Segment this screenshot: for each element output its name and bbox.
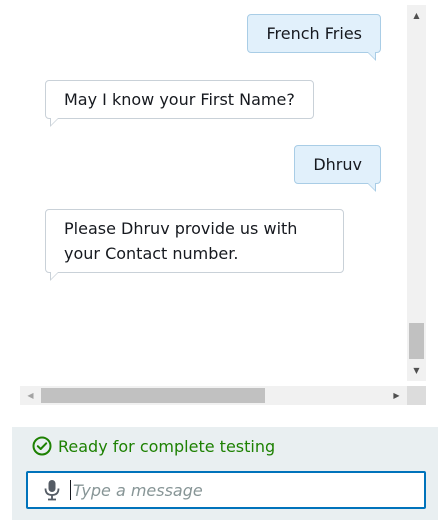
text-caret	[70, 480, 71, 500]
scroll-down-arrow-icon[interactable]: ▼	[407, 362, 426, 379]
status-text: Ready for complete testing	[58, 436, 276, 456]
status-indicator: Ready for complete testing	[32, 434, 275, 458]
vertical-scroll-thumb[interactable]	[409, 323, 424, 359]
vertical-scrollbar[interactable]: ▲ ▼	[407, 5, 426, 381]
scrollbar-corner	[407, 386, 426, 405]
bot-message: May I know your First Name?	[45, 80, 314, 127]
chat-test-window: French Fries May I know your First Name?…	[0, 0, 441, 522]
scroll-up-arrow-icon[interactable]: ▲	[407, 7, 426, 24]
bot-message: Please Dhruv provide us with your Contac…	[45, 209, 344, 281]
horizontal-scroll-thumb[interactable]	[41, 388, 265, 403]
chat-conversation[interactable]: French Fries May I know your First Name?…	[20, 5, 407, 381]
check-circle-icon	[32, 436, 52, 456]
message-input-container[interactable]	[26, 471, 426, 509]
message-input[interactable]	[73, 475, 424, 505]
microphone-icon[interactable]	[42, 479, 62, 501]
chat-footer: Ready for complete testing	[12, 427, 438, 520]
scroll-right-arrow-icon[interactable]: ▶	[388, 386, 405, 405]
scroll-left-arrow-icon[interactable]: ◀	[22, 386, 39, 405]
user-message: Dhruv	[294, 145, 381, 192]
horizontal-scrollbar[interactable]: ◀ ▶	[20, 386, 407, 405]
user-message: French Fries	[247, 14, 381, 61]
